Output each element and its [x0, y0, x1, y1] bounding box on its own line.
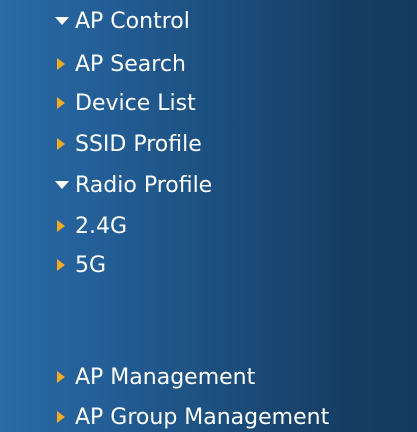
caret-right-icon: [57, 371, 65, 383]
menu-item-label: AP Search: [75, 51, 186, 77]
menu-item-ap-control[interactable]: AP Control: [55, 6, 190, 36]
menu-item-label: SSID Profile: [75, 131, 202, 157]
caret-right-icon: [57, 259, 65, 271]
menu-item-ap-management[interactable]: AP Management: [55, 362, 255, 392]
menu-item-label: AP Group Management: [75, 404, 330, 430]
menu-item-ap-search[interactable]: AP Search: [55, 49, 186, 79]
caret-right-icon: [57, 97, 65, 109]
menu-item-label: 5G: [75, 252, 107, 278]
caret-right-icon: [57, 220, 65, 232]
caret-down-icon: [55, 181, 69, 189]
caret-right-icon: [57, 58, 65, 70]
menu-item-ap-group-management[interactable]: AP Group Management: [55, 402, 329, 432]
caret-right-icon: [57, 138, 65, 150]
menu-item-5g[interactable]: 5G: [55, 250, 106, 280]
menu-item-label: AP Management: [75, 364, 256, 390]
menu-item-label: Radio Profile: [75, 172, 213, 198]
menu-item-ssid-profile[interactable]: SSID Profile: [55, 129, 202, 159]
menu-item-2-4g[interactable]: 2.4G: [55, 211, 127, 241]
menu-item-device-list[interactable]: Device List: [55, 88, 196, 118]
caret-down-icon: [55, 17, 69, 25]
sidebar-menu: AP Control AP Search Device List SSID Pr…: [0, 0, 417, 432]
menu-item-label: AP Control: [75, 8, 190, 34]
caret-right-icon: [57, 411, 65, 423]
menu-item-radio-profile[interactable]: Radio Profile: [55, 170, 212, 200]
menu-item-label: 2.4G: [75, 213, 128, 239]
menu-item-label: Device List: [75, 90, 196, 116]
